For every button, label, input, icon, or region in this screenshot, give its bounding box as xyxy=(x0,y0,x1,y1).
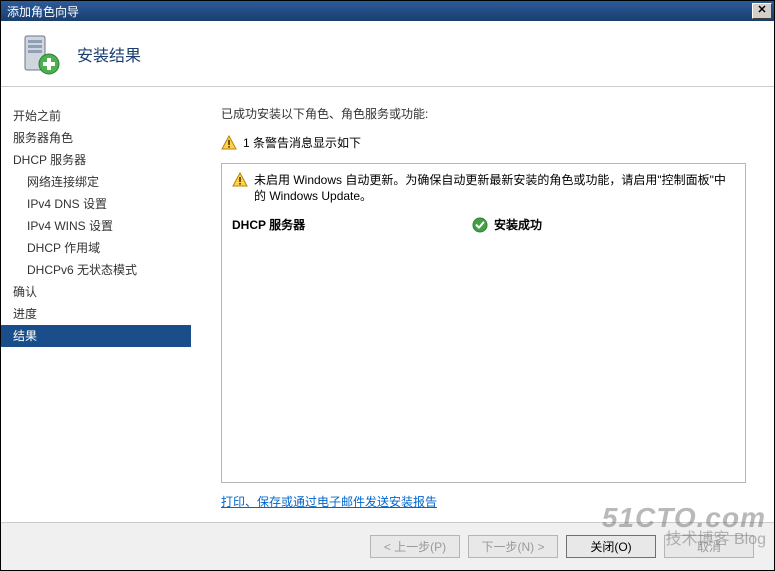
next-button: 下一步(N) > xyxy=(468,535,558,558)
status-row: DHCP 服务器 安装成功 xyxy=(232,214,735,235)
sidebar-item-1[interactable]: 服务器角色 xyxy=(1,127,191,149)
titlebar: 添加角色向导 ✕ xyxy=(1,1,774,21)
sidebar: 开始之前服务器角色DHCP 服务器网络连接绑定IPv4 DNS 设置IPv4 W… xyxy=(1,87,191,522)
server-role-icon xyxy=(19,32,63,76)
wizard-window: 添加角色向导 ✕ 安装结果 开始之前服务器角色DHCP 服务器网络连接绑定IPv… xyxy=(0,0,775,571)
sidebar-item-4[interactable]: IPv4 DNS 设置 xyxy=(1,193,191,215)
info-message: 未启用 Windows 自动更新。为确保自动更新最新安装的角色或功能，请启用"控… xyxy=(254,172,735,204)
prev-button: < 上一步(P) xyxy=(370,535,460,558)
warning-summary-text: 1 条警告消息显示如下 xyxy=(243,134,361,151)
page-title: 安装结果 xyxy=(77,42,141,66)
status-value: 安装成功 xyxy=(472,216,542,233)
close-icon[interactable]: ✕ xyxy=(752,3,772,19)
body: 开始之前服务器角色DHCP 服务器网络连接绑定IPv4 DNS 设置IPv4 W… xyxy=(1,87,774,522)
window-title: 添加角色向导 xyxy=(7,3,79,20)
sidebar-item-8[interactable]: 确认 xyxy=(1,281,191,303)
intro-text: 已成功安装以下角色、角色服务或功能: xyxy=(221,105,746,122)
sidebar-item-5[interactable]: IPv4 WINS 设置 xyxy=(1,215,191,237)
warning-icon xyxy=(232,172,248,188)
button-bar: < 上一步(P) 下一步(N) > 关闭(O) 取消 xyxy=(1,522,774,570)
sidebar-item-7[interactable]: DHCPv6 无状态模式 xyxy=(1,259,191,281)
status-value-text: 安装成功 xyxy=(494,216,542,233)
sidebar-item-6[interactable]: DHCP 作用域 xyxy=(1,237,191,259)
sidebar-item-10[interactable]: 结果 xyxy=(1,325,191,347)
warning-summary-row: 1 条警告消息显示如下 xyxy=(221,134,746,151)
result-box: 未启用 Windows 自动更新。为确保自动更新最新安装的角色或功能，请启用"控… xyxy=(221,163,746,483)
report-link[interactable]: 打印、保存或通过电子邮件发送安装报告 xyxy=(221,495,437,509)
content-pane: 已成功安装以下角色、角色服务或功能: 1 条警告消息显示如下 xyxy=(191,87,774,522)
status-label: DHCP 服务器 xyxy=(232,216,472,233)
sidebar-item-0[interactable]: 开始之前 xyxy=(1,105,191,127)
sidebar-item-9[interactable]: 进度 xyxy=(1,303,191,325)
header: 安装结果 xyxy=(1,21,774,87)
cancel-button: 取消 xyxy=(664,535,754,558)
info-row: 未启用 Windows 自动更新。为确保自动更新最新安装的角色或功能，请启用"控… xyxy=(232,172,735,204)
close-button[interactable]: 关闭(O) xyxy=(566,535,656,558)
sidebar-item-3[interactable]: 网络连接绑定 xyxy=(1,171,191,193)
sidebar-item-2[interactable]: DHCP 服务器 xyxy=(1,149,191,171)
report-link-row: 打印、保存或通过电子邮件发送安装报告 xyxy=(221,493,746,510)
warning-icon xyxy=(221,135,237,151)
success-icon xyxy=(472,217,488,233)
